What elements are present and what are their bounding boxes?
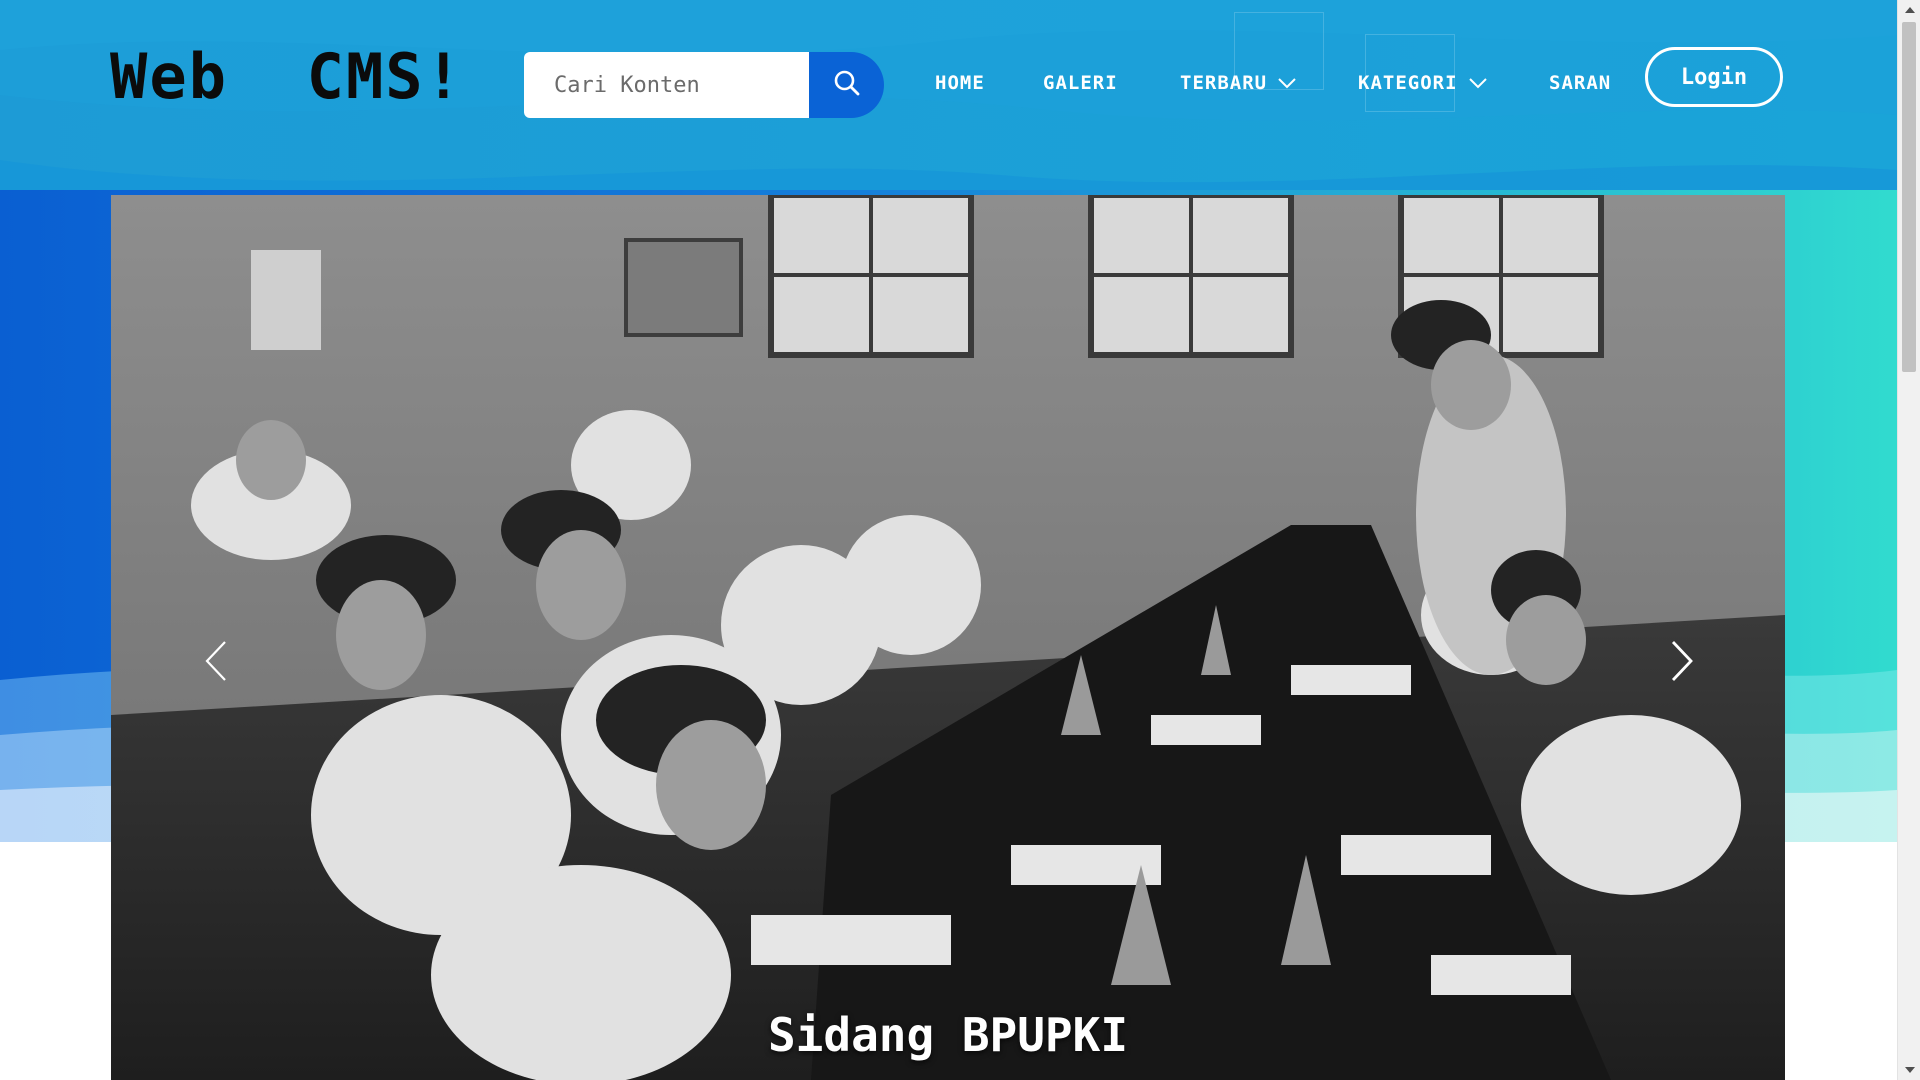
nav-galeri-label: GALERI bbox=[1043, 72, 1118, 94]
scroll-up-icon[interactable] bbox=[1898, 0, 1920, 20]
page: Web CMS! HOME GALERI TERBARU bbox=[0, 0, 1920, 1080]
scroll-down-icon[interactable] bbox=[1898, 1060, 1920, 1080]
slide-caption: Sidang BPUPKI bbox=[767, 1008, 1129, 1062]
search-icon bbox=[833, 69, 861, 101]
chevron-right-icon bbox=[1671, 640, 1693, 686]
page-scrollbar[interactable] bbox=[1897, 0, 1920, 1080]
search-button[interactable] bbox=[809, 52, 884, 118]
chevron-down-icon bbox=[1468, 72, 1488, 94]
search-input[interactable] bbox=[524, 52, 809, 118]
login-button[interactable]: Login bbox=[1645, 47, 1783, 107]
slide-photo bbox=[111, 195, 1785, 1080]
nav-home-label: HOME bbox=[935, 72, 985, 94]
search-form bbox=[524, 52, 884, 118]
nav-terbaru[interactable]: TERBARU bbox=[1180, 72, 1297, 94]
nav-kategori-label: KATEGORI bbox=[1358, 72, 1458, 94]
site-logo-title[interactable]: Web CMS! bbox=[110, 40, 464, 113]
carousel-prev-button[interactable] bbox=[191, 633, 241, 693]
nav-kategori[interactable]: KATEGORI bbox=[1358, 72, 1488, 94]
nav-galeri[interactable]: GALERI bbox=[1043, 72, 1118, 94]
nav-home[interactable]: HOME bbox=[935, 72, 985, 94]
nav-saran-label: SARAN bbox=[1549, 72, 1612, 94]
nav-saran[interactable]: SARAN bbox=[1549, 72, 1611, 94]
nav-terbaru-label: TERBARU bbox=[1180, 72, 1268, 94]
hero-carousel: Sidang BPUPKI bbox=[111, 195, 1785, 1080]
scroll-thumb[interactable] bbox=[1902, 22, 1916, 372]
chevron-down-icon bbox=[1277, 72, 1297, 94]
carousel-next-button[interactable] bbox=[1657, 633, 1707, 693]
chevron-left-icon bbox=[205, 640, 227, 686]
